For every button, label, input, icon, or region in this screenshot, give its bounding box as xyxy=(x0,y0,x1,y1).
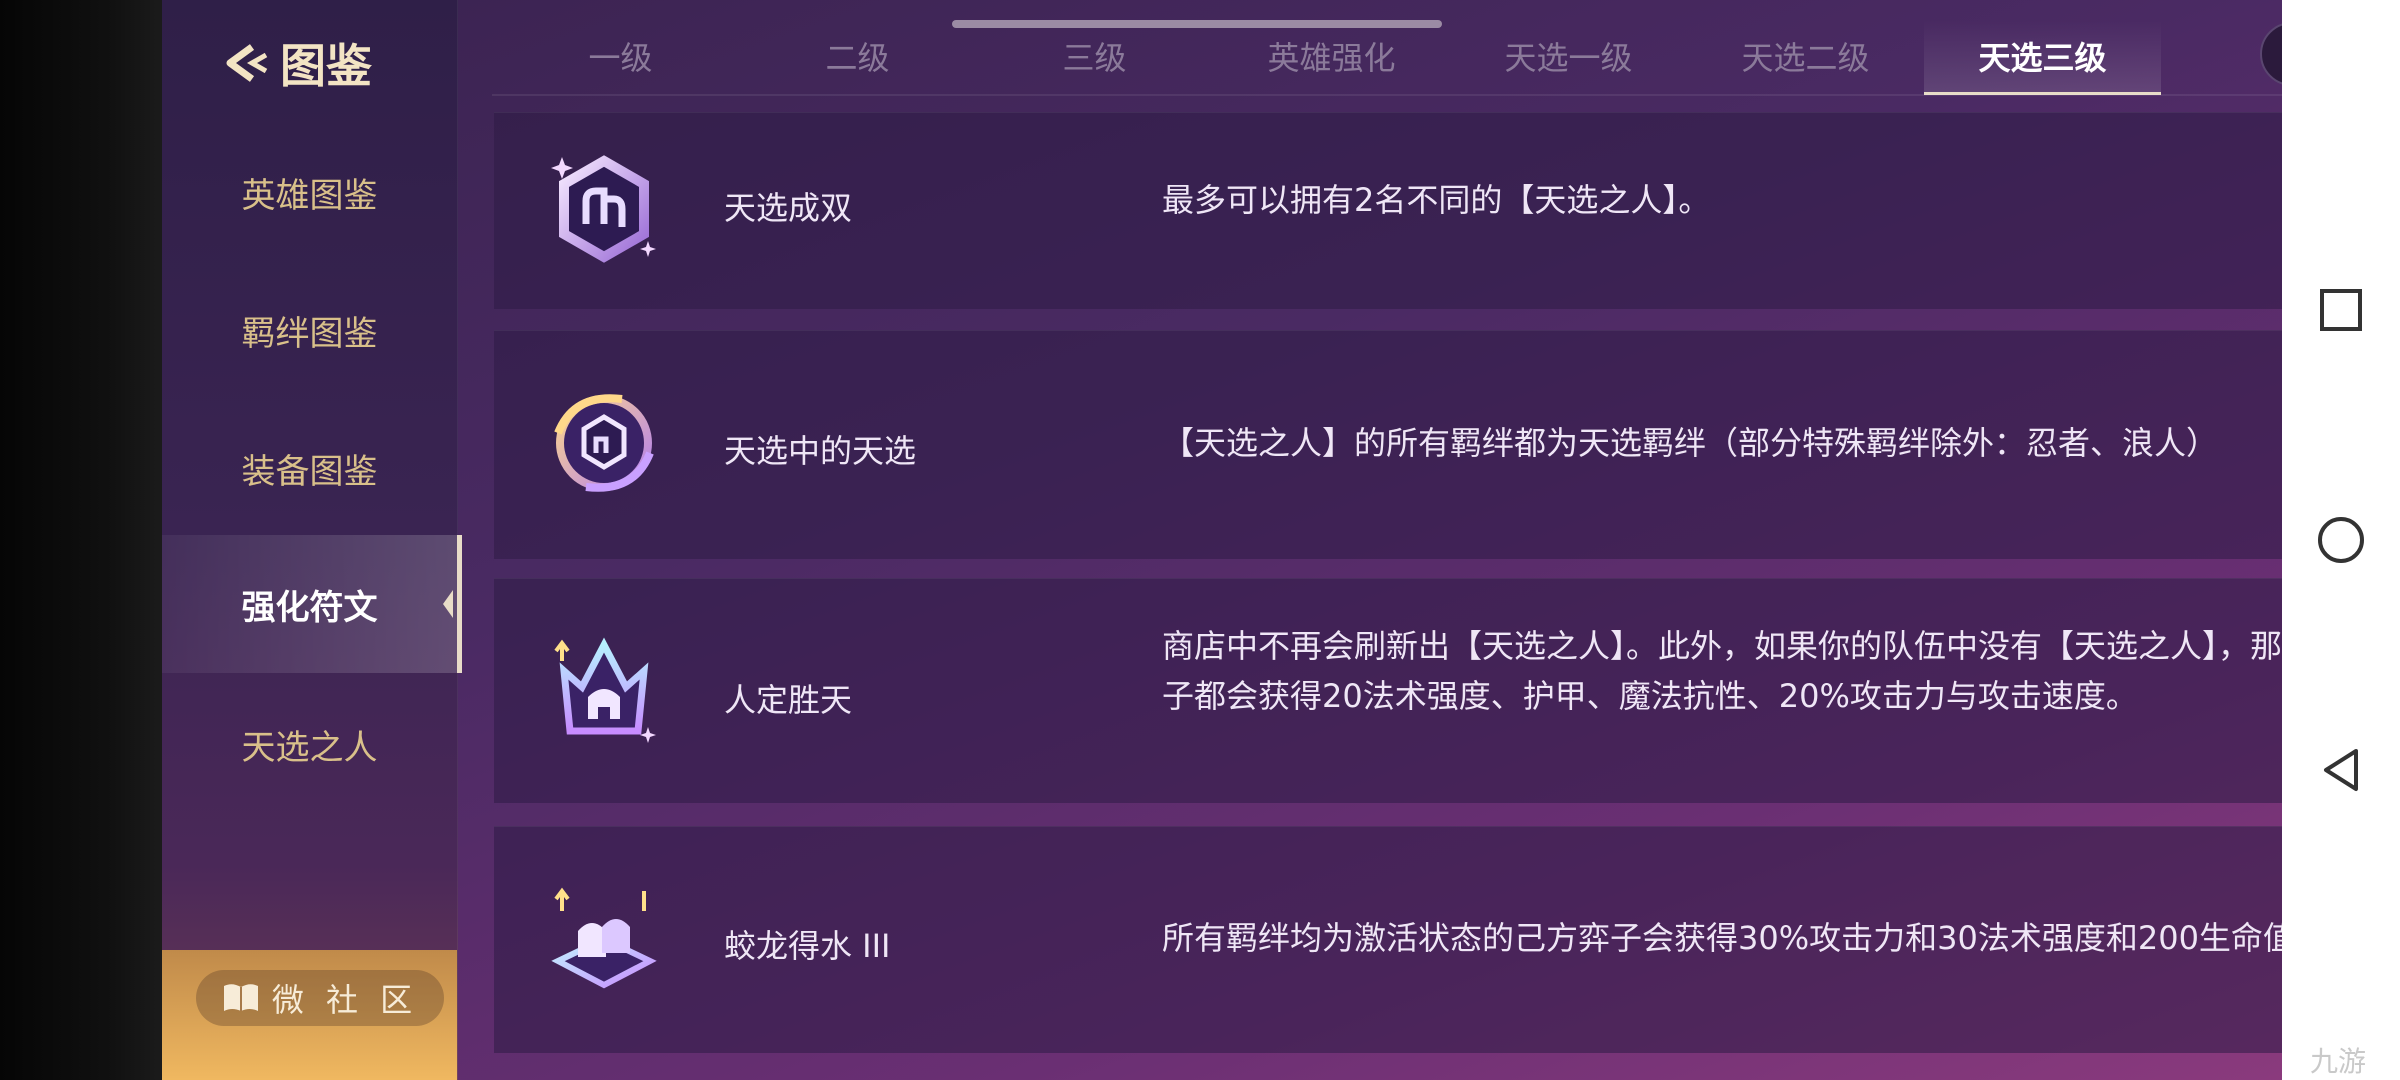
crown-helmet-rune-icon xyxy=(544,631,664,751)
tab-label: 天选一级 xyxy=(1504,39,1633,77)
tab-chosen-2[interactable]: 天选二级 xyxy=(1687,20,1924,92)
sidebar-item-label: 天选之人 xyxy=(241,727,378,768)
rune-card[interactable]: 天选中的天选 【天选之人】的所有羁绊都为天选羁绊（部分特殊羁绊除外：忍者、浪人） xyxy=(494,330,2282,559)
tab-bar: 一级 二级 三级 英雄强化 天选一级 天选二级 天选三级 xyxy=(502,20,2161,95)
sidebar: 图鉴 英雄图鉴 羁绊图鉴 装备图鉴 强化符文 天选之人 微 社 区 xyxy=(162,0,462,1080)
rune-name: 天选中的天选 xyxy=(724,432,917,470)
tab-label: 二级 xyxy=(825,39,890,77)
sidebar-item-heroes[interactable]: 英雄图鉴 xyxy=(162,132,457,252)
app-window: 图鉴 英雄图鉴 羁绊图鉴 装备图鉴 强化符文 天选之人 微 社 区 一级 二级 … xyxy=(162,0,2282,1080)
tab-tier-1[interactable]: 一级 xyxy=(502,20,739,92)
tab-label: 三级 xyxy=(1062,39,1127,77)
rune-name: 天选成双 xyxy=(724,189,853,227)
tab-divider xyxy=(492,94,2282,96)
sidebar-item-augments[interactable]: 强化符文 xyxy=(162,535,462,673)
rune-card[interactable]: 人定胜天 商店中不再会刷新出【天选之人】。此外，如果你的队伍中没有【天选之人】，… xyxy=(494,578,2282,803)
sidebar-item-label: 英雄图鉴 xyxy=(241,175,378,216)
sidebar-item-label: 强化符文 xyxy=(241,587,378,628)
rune-name: 人定胜天 xyxy=(724,681,853,719)
sidebar-item-chosen[interactable]: 天选之人 xyxy=(162,684,457,804)
book-icon xyxy=(223,984,258,1011)
swirl-rune-icon xyxy=(544,383,664,503)
rune-name: 蛟龙得水 III xyxy=(724,927,891,965)
rune-card[interactable]: 蛟龙得水 III 所有羁绊均为激活状态的己方弈子会获得30%攻击力和30法术强度… xyxy=(494,826,2282,1053)
sidebar-footer: 微 社 区 xyxy=(162,950,457,1080)
tab-label: 天选三级 xyxy=(1978,39,2107,77)
back-button[interactable]: 图鉴 xyxy=(222,30,372,96)
tab-label: 英雄强化 xyxy=(1267,39,1396,77)
back-arrow-icon xyxy=(226,44,268,82)
left-bezel xyxy=(0,0,162,1080)
sidebar-item-label: 装备图鉴 xyxy=(241,451,378,492)
tab-chosen-3[interactable]: 天选三级 xyxy=(1924,20,2161,95)
tab-hero-augment[interactable]: 英雄强化 xyxy=(1213,20,1450,92)
recent-apps-icon[interactable] xyxy=(2316,285,2366,335)
back-label: 图鉴 xyxy=(280,39,372,93)
tab-chosen-1[interactable]: 天选一级 xyxy=(1450,20,1687,92)
sidebar-item-label: 羁绊图鉴 xyxy=(241,313,378,354)
tab-tier-2[interactable]: 二级 xyxy=(739,20,976,92)
side-round-button[interactable] xyxy=(2260,22,2282,86)
community-button[interactable]: 微 社 区 xyxy=(196,970,444,1026)
sidebar-item-traits[interactable]: 羁绊图鉴 xyxy=(162,270,457,390)
hexagon-rune-icon xyxy=(544,149,664,269)
sidebar-item-items[interactable]: 装备图鉴 xyxy=(162,408,457,528)
tab-tier-3[interactable]: 三级 xyxy=(976,20,1213,92)
community-label: 微 社 区 xyxy=(271,981,419,1019)
tab-label: 天选二级 xyxy=(1741,39,1870,77)
watermark: 九游 xyxy=(2310,1045,2367,1078)
rune-description: 所有羁绊均为激活状态的己方弈子会获得30%攻击力和30法术强度和200生命值。 xyxy=(1162,919,2282,957)
rune-description: 最多可以拥有2名不同的【天选之人】。 xyxy=(1162,181,1711,219)
rune-description: 商店中不再会刷新出【天选之人】。此外，如果你的队伍中没有【天选之人】，那么你队伍… xyxy=(1162,627,2282,715)
home-icon[interactable] xyxy=(2316,515,2366,565)
rune-card[interactable]: 天选成双 最多可以拥有2名不同的【天选之人】。 xyxy=(494,112,2282,309)
double-helmet-rune-icon xyxy=(544,881,664,1001)
back-nav-icon[interactable] xyxy=(2316,745,2366,795)
rune-description: 【天选之人】的所有羁绊都为天选羁绊（部分特殊羁绊除外：忍者、浪人） xyxy=(1162,424,2219,462)
tab-label: 一级 xyxy=(588,39,653,77)
